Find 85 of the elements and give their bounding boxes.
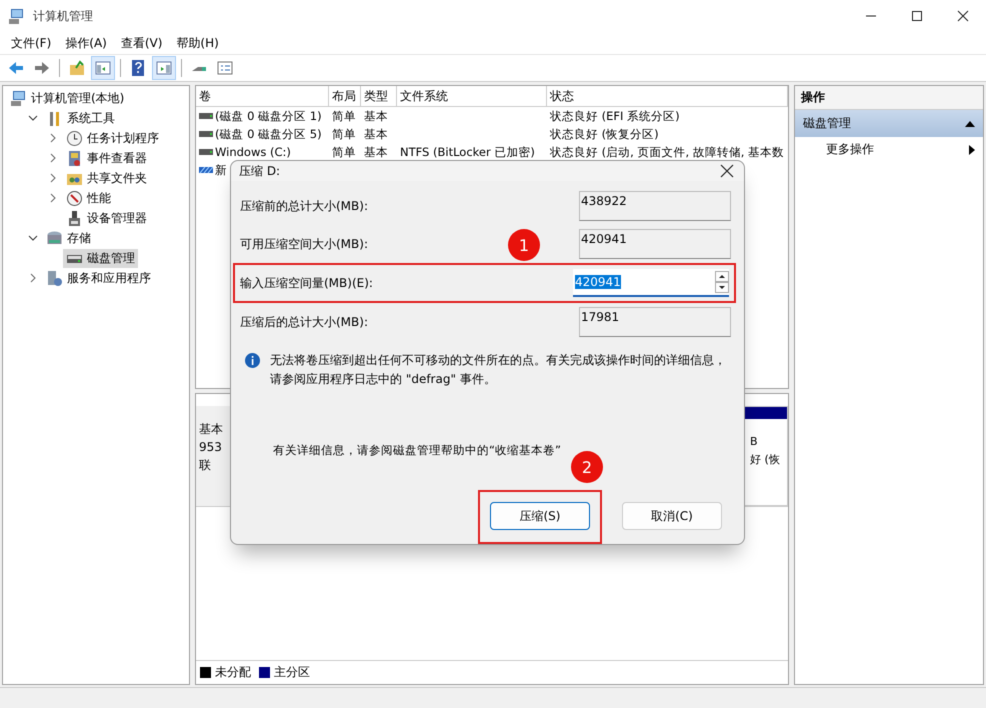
clock-icon xyxy=(66,130,83,146)
gauge-icon xyxy=(66,190,83,206)
console-tree-icon[interactable] xyxy=(94,59,112,77)
volume-icon xyxy=(199,130,213,138)
menu-item[interactable]: 查看(V) xyxy=(114,34,170,52)
column-header[interactable]: 布局 xyxy=(329,86,361,106)
close-icon[interactable] xyxy=(720,164,734,178)
field-label: 压缩前的总计大小(MB): xyxy=(240,198,368,214)
forward-arrow-icon[interactable] xyxy=(33,59,51,77)
column-header[interactable]: 文件系统 xyxy=(397,86,547,106)
computer-icon xyxy=(10,90,27,106)
table-cell: Windows (C:) xyxy=(215,145,291,159)
help-text: 有关详细信息，请参阅磁盘管理帮助中的“收缩基本卷” xyxy=(272,442,562,458)
window-title: 计算机管理 xyxy=(33,8,93,24)
disk-info-text: 基本 xyxy=(199,421,224,438)
column-header[interactable]: 状态 xyxy=(547,86,788,106)
table-cell: 状态良好 (恢复分区) xyxy=(550,126,659,142)
tree-item[interactable]: 事件查看器 xyxy=(63,148,150,168)
disk-info-text: 联 xyxy=(199,457,212,474)
field-label: 压缩后的总计大小(MB): xyxy=(240,314,368,330)
disk-info-text: 953 xyxy=(199,439,223,456)
legend-label: 未分配 xyxy=(215,664,251,681)
info-text: 无法将卷压缩到超出任何不可移动的文件所在的点。有关完成该操作时间的详细信息，请参阅应用程序日志中的 "defrag" 事件。 xyxy=(270,352,727,388)
tree-item[interactable]: 计算机管理(本地) xyxy=(7,88,128,108)
actions-header: 操作 xyxy=(795,86,983,110)
menu-item[interactable]: 文件(F) xyxy=(4,34,58,52)
tree-item[interactable]: 共享文件夹 xyxy=(63,168,150,188)
dialog-button[interactable]: 压缩(S) xyxy=(490,502,590,530)
action-label: 更多操作 xyxy=(826,141,874,158)
spin-field[interactable]: 420941 xyxy=(573,269,729,297)
volume-icon xyxy=(199,148,213,156)
table-cell: 新 xyxy=(215,162,227,178)
actions-section-header[interactable]: 磁盘管理 xyxy=(795,110,983,137)
table-cell: 状态良好 (启动, 页面文件, 故障转储, 基本数 xyxy=(550,144,784,160)
partition-info-text: 好 (恢 xyxy=(750,452,781,468)
table-cell: 基本 xyxy=(364,144,388,160)
collapse-arrow-icon[interactable] xyxy=(965,120,975,126)
device-icon xyxy=(66,210,83,226)
table-cell: 简单 xyxy=(332,108,356,124)
table-cell: 基本 xyxy=(364,126,388,142)
column-header[interactable]: 类型 xyxy=(361,86,397,106)
table-cell: (磁盘 0 磁盘分区 1) xyxy=(215,108,322,124)
spin-down-icon[interactable] xyxy=(715,282,729,293)
storage-icon xyxy=(46,230,63,246)
tree-item[interactable]: 性能 xyxy=(63,188,114,208)
legend-label: 主分区 xyxy=(274,664,310,681)
table-cell: 简单 xyxy=(332,144,356,160)
table-cell: 状态良好 (EFI 系统分区) xyxy=(550,108,680,124)
column-header[interactable]: 卷 xyxy=(196,86,329,106)
folder-icon[interactable] xyxy=(68,59,86,77)
field-label: 输入压缩空间量(MB)(E): xyxy=(240,274,373,292)
properties-icon[interactable] xyxy=(216,59,234,77)
table-cell: NTFS (BitLocker 已加密) xyxy=(400,144,535,160)
striped-volume-icon xyxy=(199,166,213,174)
info-icon xyxy=(245,353,260,368)
readonly-field: 420941 xyxy=(579,229,731,259)
table-cell: 基本 xyxy=(364,108,388,124)
computer-icon xyxy=(8,8,25,24)
table-cell: (磁盘 0 磁盘分区 5) xyxy=(215,126,322,142)
readonly-field: 17981 xyxy=(579,307,731,337)
action-item[interactable]: 更多操作 xyxy=(795,137,983,162)
dialog-title: 压缩 D: xyxy=(239,162,280,180)
partition-info-text: B xyxy=(750,434,759,450)
tree-item[interactable]: 服务和应用程序 xyxy=(43,268,154,288)
log-book-icon xyxy=(66,150,83,166)
tree-item[interactable]: 磁盘管理 xyxy=(63,248,138,268)
spin-up-icon[interactable] xyxy=(715,271,729,282)
action-pane-icon[interactable] xyxy=(155,59,173,77)
back-arrow-icon[interactable] xyxy=(7,59,25,77)
help-icon[interactable] xyxy=(129,59,147,77)
tree-item[interactable]: 任务计划程序 xyxy=(63,128,162,148)
section-title: 磁盘管理 xyxy=(803,115,851,132)
dialog-button[interactable]: 取消(C) xyxy=(622,502,722,530)
tree-item[interactable]: 系统工具 xyxy=(43,108,118,128)
step-badge: 2 xyxy=(571,451,603,483)
volume-icon xyxy=(199,112,213,120)
menu-item[interactable]: 操作(A) xyxy=(58,34,114,52)
table-cell: 简单 xyxy=(332,126,356,142)
tree-item[interactable]: 存储 xyxy=(43,228,94,248)
tree-item[interactable]: 设备管理器 xyxy=(63,208,150,228)
menu-item[interactable]: 帮助(H) xyxy=(169,34,226,52)
field-label: 可用压缩空间大小(MB): xyxy=(240,236,368,252)
readonly-field: 438922 xyxy=(579,191,731,221)
step-badge: 1 xyxy=(508,229,540,261)
partition-header xyxy=(745,407,787,419)
